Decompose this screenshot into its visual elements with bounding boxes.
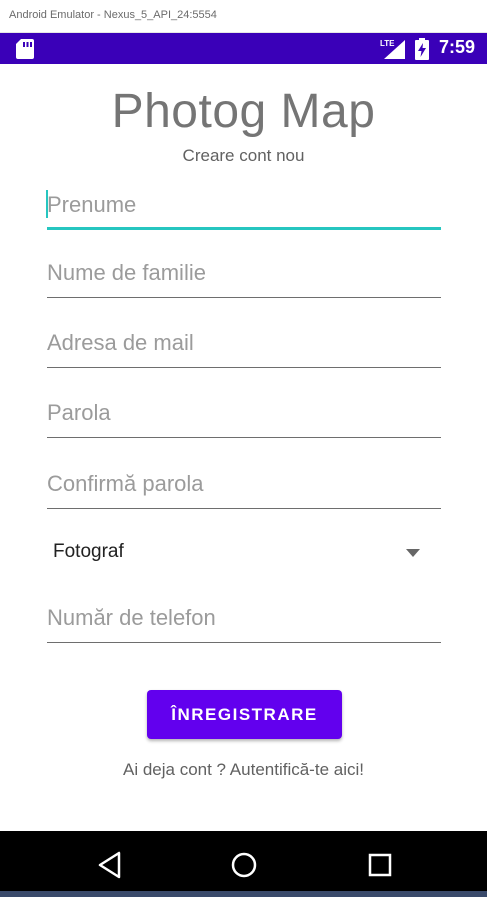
lte-signal-icon: LTE (380, 39, 405, 59)
role-spinner-value: Fotograf (53, 541, 124, 562)
sd-card-icon (16, 39, 34, 59)
last-name-field[interactable]: Nume de familie (47, 254, 441, 298)
window-bottom-edge (0, 891, 487, 897)
role-spinner[interactable]: Fotograf (47, 534, 441, 572)
confirm-password-field[interactable]: Confirmă parola (47, 465, 441, 509)
email-field[interactable]: Adresa de mail (47, 324, 441, 368)
first-name-field[interactable]: Prenume (46, 186, 441, 230)
confirm-password-placeholder: Confirmă parola (47, 471, 204, 496)
phone-placeholder: Număr de telefon (47, 605, 216, 630)
last-name-placeholder: Nume de familie (47, 260, 206, 285)
emulator-title-bar: Android Emulator - Nexus_5_API_24:5554 (0, 0, 487, 33)
password-field[interactable]: Parola (47, 394, 441, 438)
register-button[interactable]: ÎNREGISTRARE (147, 690, 342, 739)
dropdown-arrow-icon (406, 549, 420, 557)
window-title: Android Emulator - Nexus_5_API_24:5554 (9, 9, 217, 21)
email-placeholder: Adresa de mail (47, 330, 194, 355)
login-link[interactable]: Ai deja cont ? Autentifică-te aici! (0, 760, 487, 780)
page-subtitle: Creare cont nou (182, 146, 305, 165)
battery-charging-icon (415, 38, 429, 60)
back-icon[interactable] (95, 850, 125, 880)
password-placeholder: Parola (47, 400, 111, 425)
status-clock: 7:59 (439, 37, 476, 57)
status-bar: LTE 7:59 (0, 33, 487, 64)
phone-field[interactable]: Număr de telefon (47, 599, 441, 643)
first-name-placeholder: Prenume (47, 192, 137, 217)
network-label: LTE (380, 39, 395, 48)
recents-icon[interactable] (365, 850, 395, 880)
navigation-bar (0, 831, 487, 897)
home-icon[interactable] (229, 850, 259, 880)
app-title: Photog Map (111, 85, 376, 138)
